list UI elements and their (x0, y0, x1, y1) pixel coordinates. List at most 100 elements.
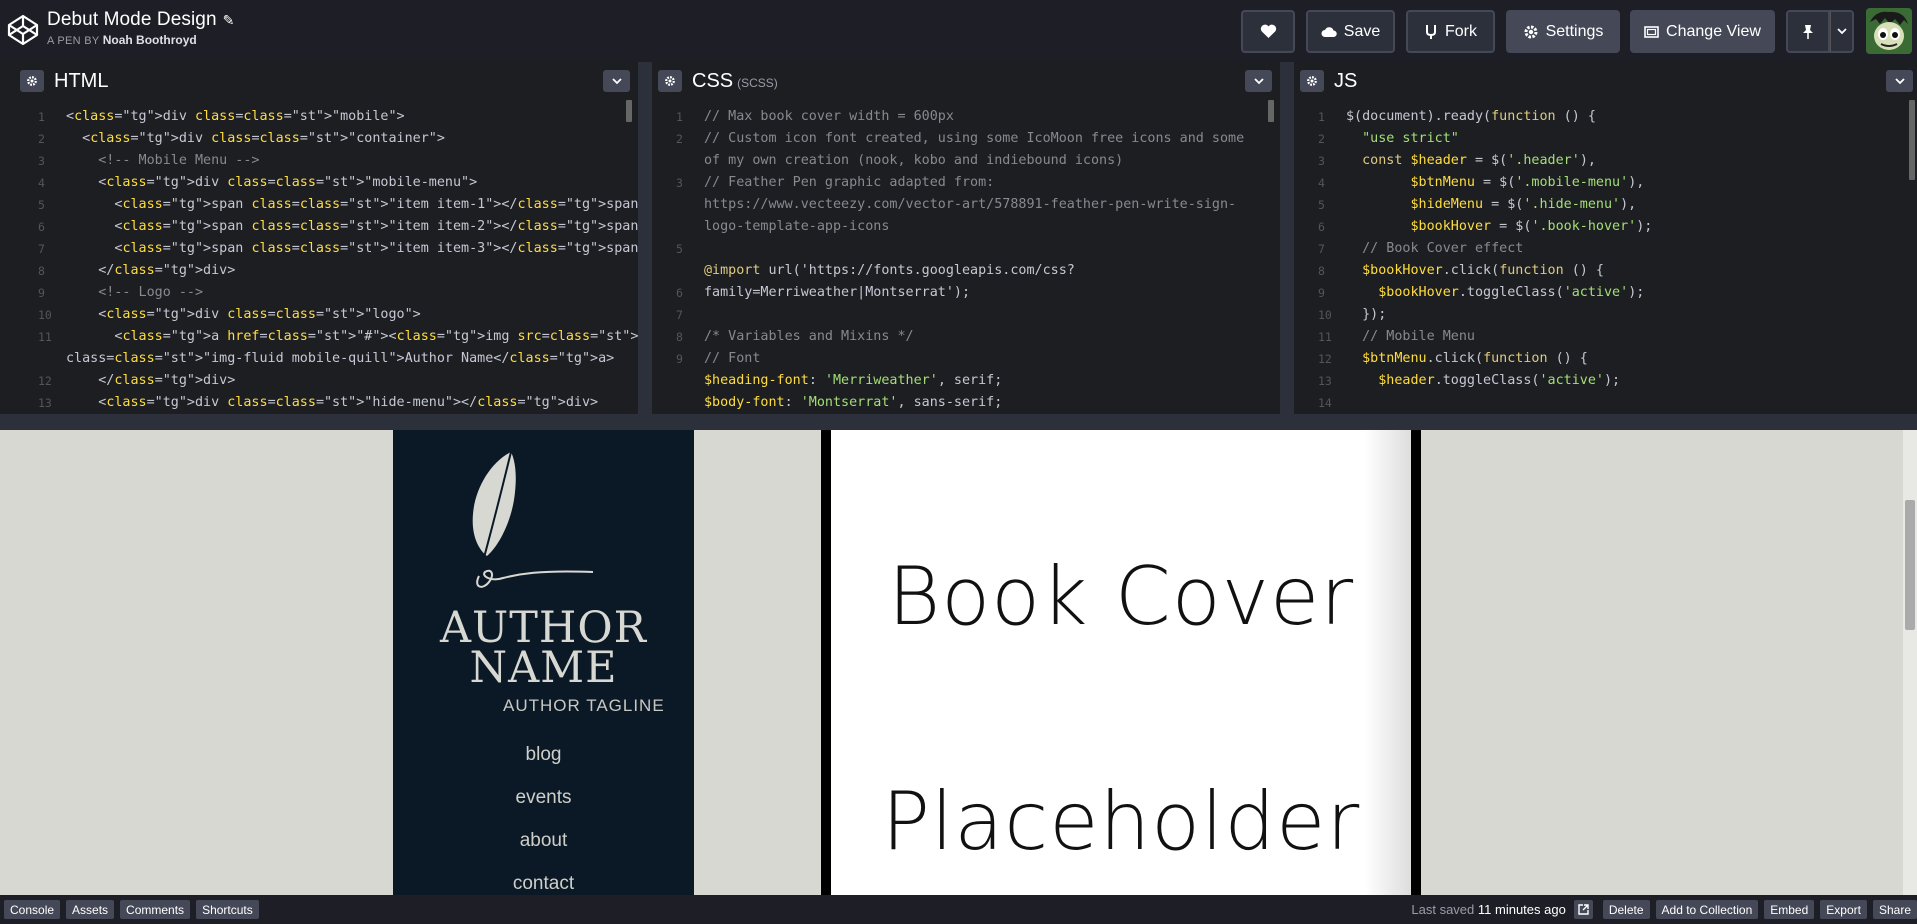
code-line[interactable]: <class="tg">div class=class="st">"logo"> (66, 304, 624, 326)
code-line[interactable]: <class="tg">a href=class="st">"#"><class… (66, 326, 638, 348)
feather-quill-icon[interactable] (443, 448, 603, 598)
delete-button[interactable]: Delete (1602, 900, 1650, 919)
export-button[interactable]: Export (1820, 900, 1867, 919)
css-pane-menu-button[interactable] (1245, 70, 1272, 92)
assets-button[interactable]: Assets (66, 900, 115, 919)
code-line[interactable]: $btnMenu.click(function () { (1346, 348, 1903, 370)
code-line[interactable]: $bookHover = $('.book-hover'); (1346, 216, 1903, 238)
author-link[interactable]: Noah Boothroyd (103, 33, 197, 47)
save-button[interactable]: Save (1306, 10, 1395, 53)
css-code-lines[interactable]: // Max book cover width = 600px// Custom… (704, 106, 1266, 414)
pen-title[interactable]: Debut Mode Design ✎ (47, 9, 234, 31)
share-button[interactable]: Share (1872, 900, 1917, 919)
js-scrollbar[interactable] (1909, 100, 1915, 180)
code-line[interactable]: $(document).ready(function () { (1346, 106, 1903, 128)
preview-scrollbar-thumb[interactable] (1905, 500, 1915, 630)
code-line[interactable]: of my own creation (nook, kobo and indie… (704, 150, 1266, 172)
code-line[interactable]: <class="tg">span class=class="st">"item … (66, 216, 638, 238)
nav-link-blog[interactable]: blog (393, 744, 694, 766)
html-css-resizer[interactable] (638, 62, 652, 414)
html-code-editor[interactable]: 1 2 3 4 5 6 7 8 9 10 11 12 13 <class="tg">div class=… (14, 100, 638, 414)
pin-button[interactable] (1786, 10, 1830, 53)
code-line[interactable]: <class="tg">span class=class="st">"item … (66, 238, 638, 260)
code-line[interactable]: $btnMenu = $('.mobile-menu'), (1346, 172, 1903, 194)
js-code-editor[interactable]: 1 2 3 4 5 6 7 8 9 10 11 12 13 14 $(document).ready(fu… (1294, 100, 1917, 414)
code-line[interactable]: }); (1346, 304, 1903, 326)
editor-area: HTML 1 2 3 4 5 6 7 8 9 10 11 12 13 <class="tg">div c… (0, 62, 1917, 414)
code-line[interactable]: "use strict" (1346, 128, 1903, 150)
edit-pencil-icon[interactable]: ✎ (223, 12, 235, 28)
code-line[interactable]: <class="tg">span class=class="st">"item … (66, 194, 638, 216)
nav-link-about[interactable]: about (393, 830, 694, 852)
code-line[interactable]: <!-- Logo --> (66, 282, 624, 304)
book-cover[interactable]: Book Cover Placeholder (831, 430, 1411, 895)
html-code-lines[interactable]: <class="tg">div class=class="st">"mobile… (66, 106, 638, 414)
book-cover-frame[interactable]: Book Cover Placeholder (821, 430, 1421, 895)
html-editor-pane: HTML 1 2 3 4 5 6 7 8 9 10 11 12 13 <class="tg">div c… (14, 62, 638, 414)
code-line[interactable]: </class="tg">div> (66, 260, 624, 282)
author-name-line2[interactable]: NAME (393, 647, 694, 690)
nav-link-contact[interactable]: contact (393, 873, 694, 895)
change-view-button[interactable]: Change View (1630, 10, 1775, 53)
css-js-resizer[interactable] (1280, 62, 1294, 414)
code-line[interactable]: $bookHover.click(function () { (1346, 260, 1903, 282)
js-code-lines[interactable]: $(document).ready(function () { "use str… (1346, 106, 1903, 414)
code-line[interactable]: $hideMenu = $('.hide-menu'), (1346, 194, 1903, 216)
code-line[interactable] (704, 304, 1266, 326)
shortcuts-button[interactable]: Shortcuts (196, 900, 259, 919)
html-scrollbar[interactable] (626, 100, 632, 122)
add-to-collection-button[interactable]: Add to Collection (1655, 900, 1759, 919)
pin-dropdown-button[interactable] (1830, 10, 1854, 53)
html-settings-button[interactable] (20, 70, 44, 92)
author-name-line1[interactable]: AUTHOR (393, 607, 694, 650)
code-line[interactable]: family=Merriweather|Montserrat'); (704, 282, 1266, 304)
code-line[interactable]: // Feather Pen graphic adapted from: (704, 172, 1266, 194)
css-settings-button[interactable] (658, 70, 682, 92)
code-line[interactable]: const $header = $('.header'), (1346, 150, 1903, 172)
code-line[interactable]: // Font (704, 348, 1266, 370)
code-line[interactable]: https://www.vecteezy.com/vector-art/5788… (704, 194, 1266, 216)
code-line[interactable]: <class="tg">div class=class="st">"mobile… (66, 106, 624, 128)
code-line[interactable]: @import url('https://fonts.googleapis.co… (704, 260, 1266, 282)
book-cover-line1: Book Cover (887, 550, 1355, 643)
js-pane-menu-button[interactable] (1886, 70, 1913, 92)
css-preprocessor-label: (SCSS) (737, 75, 778, 90)
nav-link-events[interactable]: events (393, 787, 694, 809)
code-line[interactable] (1346, 392, 1903, 414)
code-line[interactable]: </class="tg">div> (66, 370, 624, 392)
code-line[interactable]: <class="tg">div class=class="st">"mobile… (66, 172, 624, 194)
code-line[interactable]: <class="tg">div class=class="st">"hide-m… (66, 392, 624, 414)
user-avatar[interactable] (1866, 8, 1912, 54)
fork-button[interactable]: Fork (1406, 10, 1495, 53)
js-settings-button[interactable] (1300, 70, 1324, 92)
code-line[interactable]: $header.toggleClass('active'); (1346, 370, 1903, 392)
footer-left-buttons: Console Assets Comments Shortcuts (4, 900, 265, 919)
html-line-numbers: 1 2 3 4 5 6 7 8 9 10 11 12 13 (38, 110, 52, 410)
comments-button[interactable]: Comments (120, 900, 191, 919)
code-line[interactable]: /* Variables and Mixins */ (704, 326, 1266, 348)
code-line[interactable]: $heading-font: 'Merriweather', serif; (704, 370, 1266, 392)
html-pane-menu-button[interactable] (603, 70, 630, 92)
code-line[interactable]: <!-- Mobile Menu --> (66, 150, 624, 172)
editor-preview-resizer[interactable] (0, 414, 1917, 430)
settings-button[interactable]: Settings (1506, 10, 1620, 53)
code-line[interactable]: logo-template-app-icons (704, 216, 1266, 238)
open-external-button[interactable] (1573, 900, 1593, 919)
css-scrollbar[interactable] (1268, 100, 1274, 122)
embed-button[interactable]: Embed (1764, 900, 1815, 919)
code-line[interactable]: $body-font: 'Montserrat', sans-serif; (704, 392, 1266, 414)
code-line[interactable]: $bookHover.toggleClass('active'); (1346, 282, 1903, 304)
love-button[interactable] (1241, 10, 1295, 53)
code-line[interactable]: // Max book cover width = 600px (704, 106, 1266, 128)
code-line[interactable]: class=class="st">"img-fluid mobile-quill… (66, 348, 624, 370)
code-line[interactable]: // Custom icon font created, using some … (704, 128, 1266, 150)
css-code-editor[interactable]: 12356789 // Max book cover width = 600px… (652, 100, 1280, 414)
code-line[interactable] (704, 238, 1266, 260)
result-preview[interactable]: AUTHOR NAME AUTHOR TAGLINE blog events a… (0, 430, 1917, 895)
console-button[interactable]: Console (4, 900, 61, 919)
code-line[interactable]: <class="tg">div class=class="st">"contai… (66, 128, 624, 150)
code-line[interactable]: // Mobile Menu (1346, 326, 1903, 348)
code-line[interactable]: // Book Cover effect (1346, 238, 1903, 260)
codepen-logo-icon[interactable] (6, 13, 40, 47)
book-cover-line2: Placeholder (881, 775, 1361, 868)
